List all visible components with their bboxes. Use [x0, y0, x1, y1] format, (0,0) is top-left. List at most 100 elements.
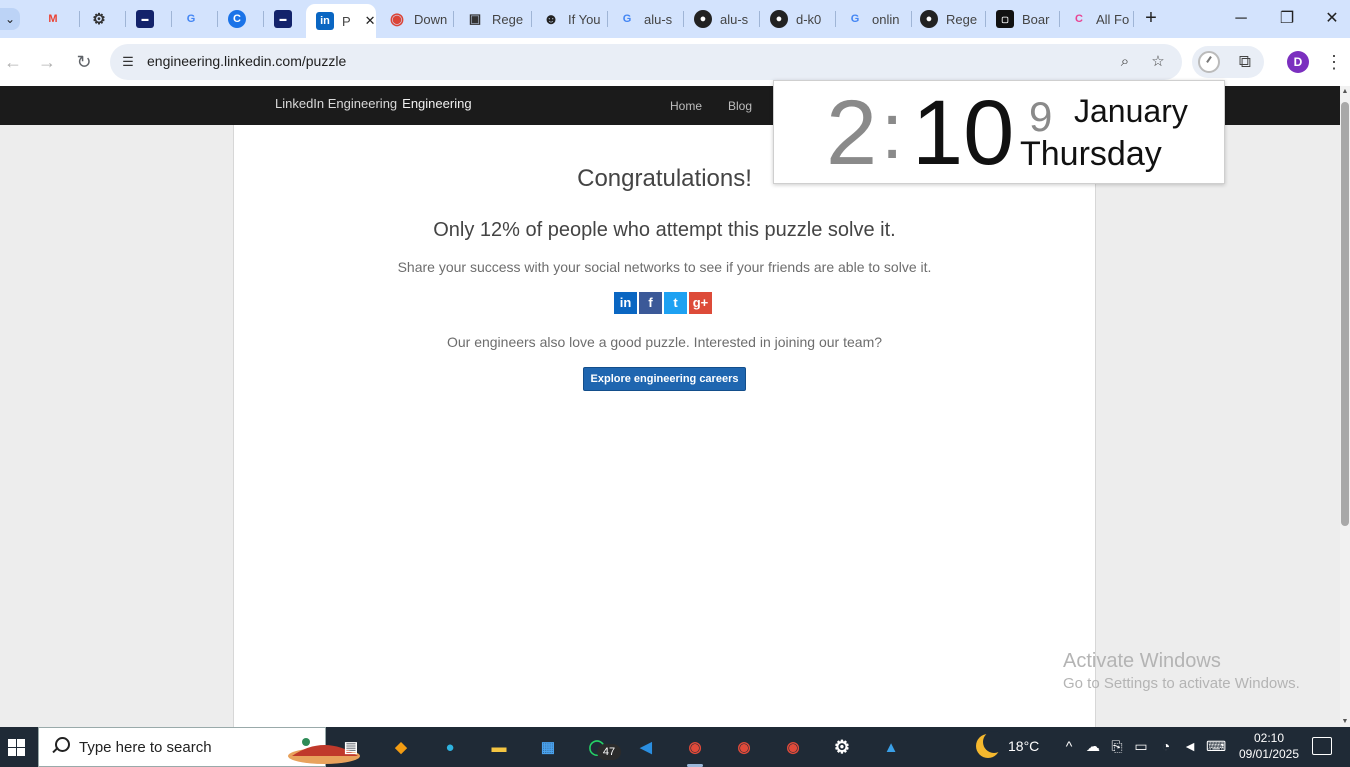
- tab[interactable]: ☻ If You: [532, 5, 608, 33]
- bookmark-star-icon[interactable]: ☆: [1148, 52, 1168, 72]
- taskbar-search-box[interactable]: Type here to search: [38, 727, 360, 767]
- gmail-icon: M: [48, 13, 58, 25]
- zoom-icon[interactable]: ⌕: [1115, 52, 1135, 72]
- taskbar-clock[interactable]: 02:10 09/01/2025: [1234, 730, 1304, 762]
- keyboard-icon[interactable]: ⌨: [1206, 738, 1226, 755]
- profile-avatar[interactable]: D: [1287, 51, 1309, 73]
- tab[interactable]: C: [218, 5, 264, 33]
- reload-button[interactable]: ↻: [72, 50, 96, 74]
- tab-close-icon[interactable]: ✕: [365, 13, 376, 29]
- tab[interactable]: ⚙: [80, 5, 126, 33]
- chrome-profile-icon[interactable]: ◉: [778, 732, 808, 762]
- start-button[interactable]: [0, 727, 36, 767]
- vscode-icon[interactable]: ◀: [631, 732, 661, 762]
- edge-icon[interactable]: ●: [435, 732, 465, 762]
- twitter-share-icon[interactable]: t: [664, 292, 687, 314]
- regex-icon: ▣: [468, 11, 482, 26]
- scroll-thumb[interactable]: [1341, 102, 1349, 526]
- broken-logo-image: LinkedIn Engineering: [275, 96, 398, 111]
- careers-prompt: Our engineers also love a good puzzle. I…: [446, 334, 883, 350]
- minimize-button[interactable]: ─: [1227, 6, 1255, 32]
- facebook-share-icon[interactable]: f: [639, 292, 662, 314]
- tab[interactable]: M: [34, 5, 80, 33]
- site-icon: ▬: [136, 10, 154, 28]
- forward-button[interactable]: →: [35, 50, 59, 74]
- clock-extension-icon[interactable]: [1198, 51, 1220, 73]
- board-icon: ▢: [996, 10, 1014, 28]
- page-scrollbar[interactable]: ▲ ▼: [1340, 86, 1350, 727]
- tab-title: All Fo: [1096, 11, 1130, 27]
- tab[interactable]: ◉ Down: [378, 5, 454, 33]
- main-content: Congratulations! Only 12% of people who …: [233, 125, 1096, 727]
- clock-extension-popup: 2 : 10 9 January Thursday: [773, 80, 1225, 184]
- site-info-icon[interactable]: ☰: [118, 52, 138, 72]
- allfor-icon: C: [1075, 13, 1083, 25]
- wifi-icon[interactable]: ◔: [1156, 738, 1176, 754]
- tab-active[interactable]: in P ✕: [306, 4, 376, 38]
- tab-title: If You: [568, 11, 601, 27]
- tab[interactable]: ● Rege: [910, 5, 986, 33]
- taskbar-date: 09/01/2025: [1238, 747, 1300, 761]
- weather-moon-icon[interactable]: [976, 731, 1005, 758]
- tab[interactable]: ● alu-s: [684, 5, 760, 33]
- tab-search-button[interactable]: ⌄: [0, 8, 20, 30]
- address-bar[interactable]: ☰ engineering.linkedin.com/puzzle ⌕ ☆: [110, 44, 1182, 80]
- notification-center-icon[interactable]: [1312, 737, 1332, 755]
- clock-minute: 10: [912, 82, 1015, 184]
- tab-title: d-k0: [796, 11, 822, 27]
- activate-windows-title: Activate Windows: [1063, 650, 1221, 672]
- tab-title: Boar: [1022, 11, 1050, 27]
- browser-menu-icon[interactable]: ⋮: [1322, 50, 1346, 74]
- tab[interactable]: ▬: [126, 5, 172, 33]
- google-icon: G: [850, 13, 860, 25]
- tab[interactable]: G: [172, 5, 218, 33]
- site-logo[interactable]: LinkedIn Engineering Engineering: [275, 96, 472, 111]
- nav-link-home[interactable]: Home: [670, 99, 702, 113]
- copilot-icon[interactable]: ◆: [386, 732, 416, 762]
- url-text[interactable]: engineering.linkedin.com/puzzle: [147, 53, 346, 69]
- battery-icon[interactable]: ▭: [1131, 738, 1151, 755]
- google-plus-share-icon[interactable]: g+: [689, 292, 712, 314]
- share-prompt: Share your success with your social netw…: [397, 259, 932, 275]
- settings-gear-icon[interactable]: ⚙: [827, 732, 857, 762]
- onedrive-icon[interactable]: ☁: [1083, 738, 1103, 755]
- photos-icon[interactable]: ▲: [876, 732, 906, 762]
- linkedin-share-icon[interactable]: in: [614, 292, 637, 314]
- c-icon: C: [228, 10, 246, 28]
- tab[interactable]: G onlin: [836, 5, 912, 33]
- weather-temperature[interactable]: 18°C: [1008, 738, 1039, 754]
- tab[interactable]: ▢ Boar: [986, 5, 1060, 33]
- file-explorer-icon[interactable]: ▬: [484, 732, 514, 762]
- browser-tab-strip: ⌄ M ⚙ ▬ G C ▬ in P ✕ ◉ Down ▣ Rege ☻ If …: [0, 0, 1350, 38]
- tab[interactable]: ▬: [264, 5, 310, 33]
- extensions-puzzle-icon[interactable]: ⧉: [1234, 51, 1256, 73]
- chrome-icon[interactable]: ◉: [680, 732, 710, 762]
- linkedin-icon: in: [316, 12, 334, 30]
- stat-text: Only 12% of people who attempt this puzz…: [433, 219, 896, 241]
- restore-button[interactable]: ❐: [1273, 6, 1301, 32]
- explore-careers-button[interactable]: Explore engineering careers: [583, 367, 746, 391]
- volume-icon[interactable]: ◄: [1180, 738, 1200, 754]
- clock-month: January: [1074, 93, 1188, 129]
- scroll-down-arrow-icon[interactable]: ▼: [1340, 718, 1350, 725]
- github-icon: ●: [770, 10, 788, 28]
- tab[interactable]: G alu-s: [608, 5, 684, 33]
- nav-link-blog[interactable]: Blog: [728, 99, 752, 113]
- tray-chevron-up-icon[interactable]: ^: [1059, 738, 1079, 754]
- scroll-up-arrow-icon[interactable]: ▲: [1340, 88, 1350, 95]
- chrome-profile-icon[interactable]: ◉: [729, 732, 759, 762]
- close-window-button[interactable]: ✕: [1318, 6, 1346, 32]
- clock-colon: :: [881, 86, 904, 175]
- meet-now-icon[interactable]: ⎘: [1107, 738, 1127, 755]
- clock-weekday: Thursday: [1020, 135, 1162, 173]
- tab[interactable]: ● d-k0: [760, 5, 836, 33]
- search-icon: [51, 737, 70, 755]
- new-tab-button[interactable]: +: [1141, 8, 1161, 30]
- tab-title: alu-s: [720, 11, 749, 27]
- microsoft-store-icon[interactable]: ▦: [533, 732, 563, 762]
- back-button[interactable]: ←: [1, 50, 25, 74]
- task-view-icon[interactable]: ▤: [336, 732, 366, 762]
- tab[interactable]: ▣ Rege: [456, 5, 532, 33]
- tab-title: Down: [414, 11, 448, 27]
- tab[interactable]: C All Fo: [1060, 5, 1134, 33]
